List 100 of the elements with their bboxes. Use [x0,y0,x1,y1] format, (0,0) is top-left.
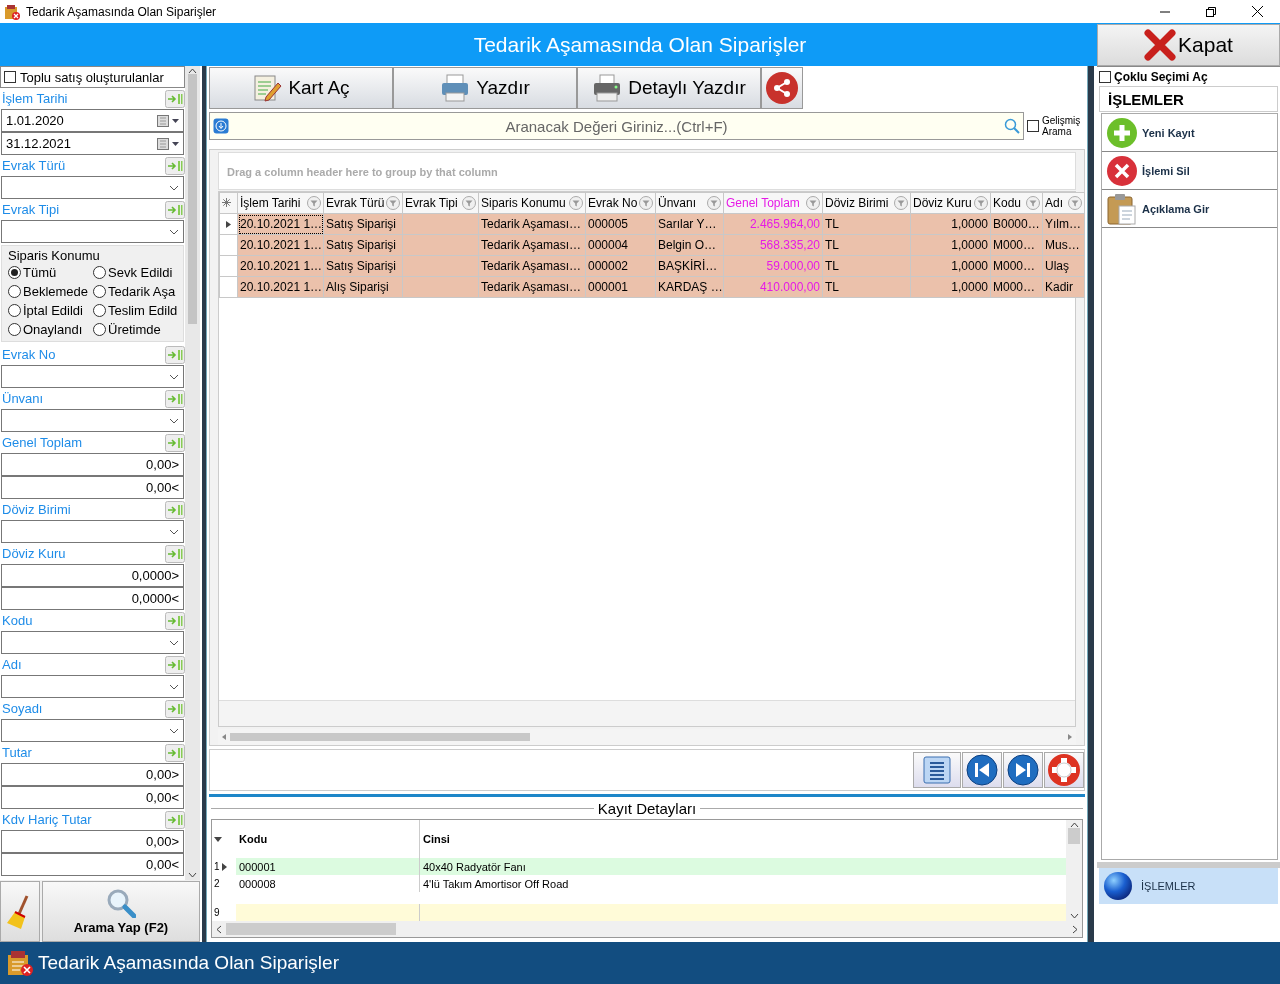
scroll-left-icon [222,734,226,740]
column-header[interactable]: Siparis Konumu [478,192,586,214]
toolbar-button[interactable]: Kart Aç [209,67,393,109]
column-header[interactable]: Evrak No [585,192,656,214]
clear-button[interactable] [0,881,40,942]
notepad-pencil-icon [252,73,283,103]
close-icon [1251,6,1263,17]
group-bar[interactable]: İŞLEMLER [1099,868,1278,904]
column-header[interactable]: Döviz Kuru [910,192,991,214]
apply-filter-icon[interactable] [165,743,185,762]
number-field[interactable]: 0,0000< [1,587,184,610]
apply-filter-icon[interactable] [165,156,185,175]
row-number: 1 [214,861,220,872]
toolbar-button[interactable]: Yazdır [393,67,577,109]
radio-option[interactable]: Teslim Edild [93,303,178,318]
filter-icon[interactable] [386,196,400,210]
dropdown-field[interactable] [1,631,184,654]
number-field[interactable]: 0,00< [1,786,184,809]
share-button[interactable] [761,67,803,109]
dropdown-field[interactable] [1,675,184,698]
scrollbar[interactable] [1066,820,1082,921]
checkbox-label: Çoklu Seçimi Aç [1114,69,1208,84]
scroll-left-icon [216,924,222,934]
navigation-button[interactable] [913,752,961,788]
filter-icon[interactable] [307,196,321,210]
scrollbar[interactable] [212,921,1082,937]
column-header[interactable]: Kodu [990,192,1043,214]
checkbox[interactable] [1099,70,1111,83]
search-field[interactable]: Aranacak Değeri Giriniz...(Ctrl+F) [209,112,1024,140]
number-field[interactable]: 0,00> [1,830,184,853]
radio-option[interactable]: İptal Edildi [8,303,93,318]
calendar-icon [157,114,179,127]
dropdown-field[interactable] [1,220,184,243]
column-header[interactable]: Evrak Tipi [402,192,479,214]
navigation-button[interactable] [1003,752,1043,788]
dropdown-field[interactable] [1,719,184,742]
dropdown-field[interactable] [1,520,184,543]
apply-filter-icon[interactable] [165,611,185,630]
radio-option[interactable]: Onaylandı [8,322,93,337]
panel-title: İŞLEMLER [1099,86,1278,112]
navigation-button[interactable] [1044,752,1084,788]
splitter[interactable] [200,66,207,942]
search-input[interactable]: Aranacak Değeri Giriniz...(Ctrl+F) [233,116,1000,136]
filter-icon[interactable] [569,196,583,210]
number-field[interactable]: 0,00> [1,763,184,786]
apply-filter-icon[interactable] [165,89,185,108]
column-header[interactable]: İşlem Tarihi [237,192,324,214]
checkbox[interactable] [4,71,16,83]
column-header[interactable]: Adı [1042,192,1085,214]
filter-icon[interactable] [974,196,988,210]
navigation-button[interactable] [962,752,1002,788]
number-field[interactable]: 0,0000> [1,564,184,587]
filter-icon[interactable] [462,196,476,210]
filter-icon[interactable] [1026,196,1040,210]
scroll-thumb[interactable] [188,74,197,324]
number-field[interactable]: 0,00< [1,853,184,876]
apply-filter-icon[interactable] [165,544,185,563]
scroll-right-icon [1068,734,1072,740]
scroll-thumb[interactable] [230,733,530,741]
column-header[interactable]: Genel Toplam [723,192,823,214]
radio-option[interactable]: Tümü [8,265,93,280]
apply-filter-icon[interactable] [165,500,185,519]
close-button[interactable]: Kapat [1097,24,1280,66]
dropdown-field[interactable] [1,176,184,199]
search-button[interactable]: Arama Yap (F2) [42,881,200,942]
scroll-thumb[interactable] [1068,828,1080,844]
radio-option[interactable]: Beklemede [8,284,93,299]
radio-option[interactable]: Sevk Edildi [93,265,178,280]
radio-option[interactable]: Tedarik Aşa [93,284,178,299]
filter-icon[interactable] [806,196,820,210]
date-field[interactable]: 31.12.2021 [1,132,184,155]
column-header[interactable]: Evrak Türü [323,192,403,214]
apply-filter-icon[interactable] [165,699,185,718]
filter-icon[interactable] [639,196,653,210]
radio-option[interactable]: Üretimde [93,322,178,337]
toolbar-button[interactable]: Detaylı Yazdır [577,67,761,109]
apply-filter-icon[interactable] [165,389,185,408]
row-number: 2 [214,878,220,889]
dropdown-field[interactable] [1,365,184,388]
scrollbar[interactable] [185,66,200,880]
filter-icon[interactable] [1068,196,1082,210]
checkbox[interactable] [1027,120,1039,132]
filter-icon[interactable] [894,196,908,210]
date-field[interactable]: 1.01.2020 [1,109,184,132]
group-label: Siparis Konumu [8,248,101,263]
column-header[interactable]: Ünvanı [655,192,724,214]
apply-filter-icon[interactable] [165,655,185,674]
apply-filter-icon[interactable] [165,810,185,829]
number-field[interactable]: 0,00> [1,453,184,476]
filter-icon[interactable] [707,196,721,210]
scroll-right-icon [1072,924,1078,934]
apply-filter-icon[interactable] [165,433,185,452]
dropdown-field[interactable] [1,409,184,432]
scroll-thumb[interactable] [226,923,396,935]
number-field[interactable]: 0,00< [1,476,184,499]
apply-filter-icon[interactable] [165,345,185,364]
column-header[interactable]: Cinsi [420,820,1066,858]
column-header[interactable]: Döviz Birimi [822,192,911,214]
chevron-down-icon [169,417,179,424]
apply-filter-icon[interactable] [165,200,185,219]
